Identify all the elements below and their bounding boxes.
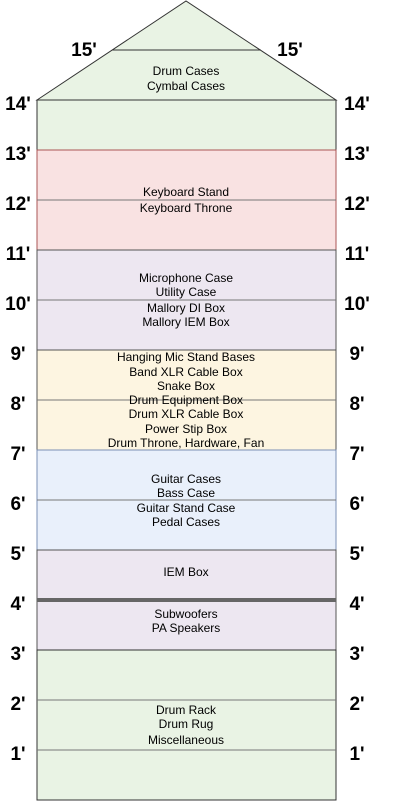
drum-rug-text: Drum Rug (159, 717, 214, 731)
drum-xlr-cable-box-text: Drum XLR Cable Box (129, 407, 244, 421)
zone-drum-cases-lower (36, 99, 337, 151)
left-label-9ft: 9' (10, 344, 25, 365)
left-label-10ft: 10' (5, 294, 31, 315)
right-label-5ft: 5' (349, 544, 364, 565)
right-label-7ft: 7' (349, 444, 364, 465)
left-label-7ft: 7' (10, 444, 25, 465)
roof-label-left: 15' (71, 40, 97, 61)
mallory-iem-box-text: Mallory IEM Box (142, 315, 229, 329)
left-label-4ft: 4' (10, 594, 25, 615)
left-label-14ft: 14' (5, 94, 31, 115)
trailer-layout-diagram: 15' 15' Drum Cases Cymbal Cases 14' 13' … (5, 0, 370, 801)
right-label-2ft: 2' (349, 694, 364, 715)
left-label-2ft: 2' (10, 694, 25, 715)
utility-case-text: Utility Case (156, 285, 217, 299)
pa-speakers-text: PA Speakers (152, 621, 220, 635)
right-label-1ft: 1' (349, 744, 364, 765)
right-label-14ft: 14' (344, 94, 370, 115)
left-label-5ft: 5' (10, 544, 25, 565)
left-label-3ft: 3' (10, 644, 25, 665)
microphone-case-text: Microphone Case (139, 271, 233, 285)
left-label-1ft: 1' (10, 744, 25, 765)
right-label-10ft: 10' (344, 294, 370, 315)
right-label-12ft: 12' (344, 194, 370, 215)
drum-rack-text: Drum Rack (156, 703, 217, 717)
left-label-8ft: 8' (10, 394, 25, 415)
right-label-6ft: 6' (349, 494, 364, 515)
roof-text-cymbal-cases: Cymbal Cases (147, 79, 225, 93)
guitar-stand-case-text: Guitar Stand Case (137, 501, 236, 515)
power-strip-box-text: Power Stip Box (145, 422, 227, 436)
snake-box-text: Snake Box (157, 379, 215, 393)
pedal-cases-text: Pedal Cases (152, 515, 220, 529)
right-label-11ft: 11' (345, 244, 370, 265)
miscellaneous-text: Miscellaneous (148, 733, 224, 747)
bass-case-text: Bass Case (157, 486, 215, 500)
right-label-8ft: 8' (349, 394, 364, 415)
roof-text-drum-cases: Drum Cases (153, 64, 220, 78)
subwoofers-text: Subwoofers (154, 607, 217, 621)
right-label-13ft: 13' (344, 144, 370, 165)
hanging-mic-stand-bases-text: Hanging Mic Stand Bases (117, 350, 255, 364)
mallory-di-box-text: Mallory DI Box (147, 301, 225, 315)
guitar-cases-text: Guitar Cases (151, 472, 221, 486)
right-label-9ft: 9' (349, 344, 364, 365)
divider-4ft (37, 598, 336, 602)
drum-equipment-box-text: Drum Equipment Box (129, 393, 243, 407)
iem-box-text: IEM Box (163, 565, 208, 579)
left-label-12ft: 12' (5, 194, 31, 215)
band-xlr-cable-box-text: Band XLR Cable Box (129, 365, 242, 379)
left-label-6ft: 6' (10, 494, 25, 515)
right-label-4ft: 4' (349, 594, 364, 615)
left-label-13ft: 13' (5, 144, 31, 165)
roof-label-right: 15' (277, 40, 303, 61)
drum-throne-hardware-fan-text: Drum Throne, Hardware, Fan (108, 436, 265, 450)
keyboard-stand-text: Keyboard Stand (143, 185, 229, 199)
keyboard-throne-text: Keyboard Throne (140, 201, 233, 215)
right-label-3ft: 3' (349, 644, 364, 665)
left-label-11ft: 11' (6, 244, 31, 265)
